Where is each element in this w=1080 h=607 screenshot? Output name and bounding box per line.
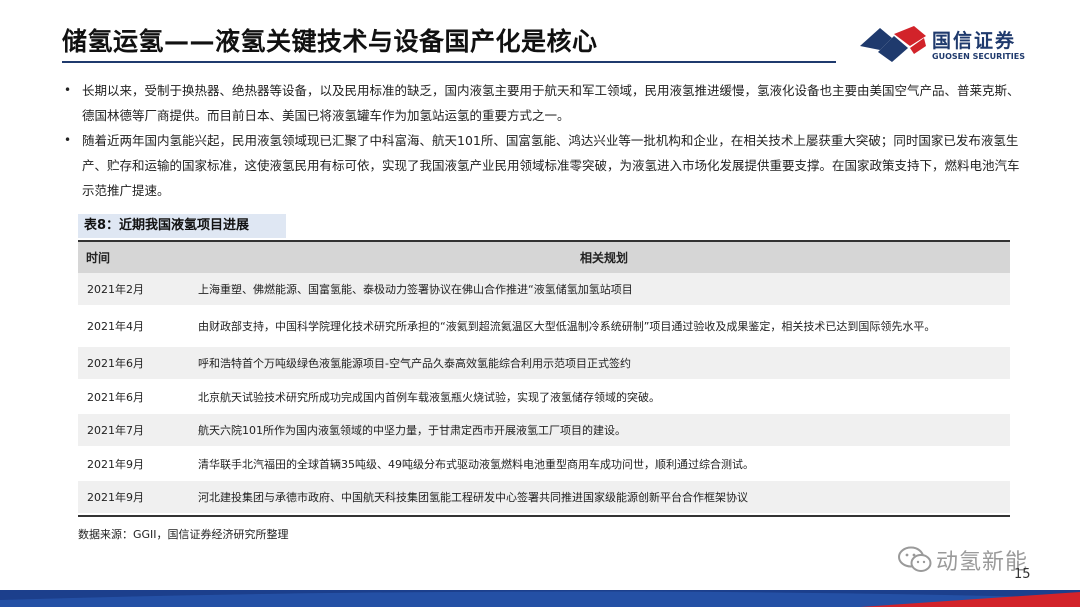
row-plan: 呼和浩特首个万吨级绿色液氢能源项目-空气产品久泰高效氢能综合利用示范项目正式签约 bbox=[198, 357, 631, 370]
row-time: 2021年4月 bbox=[87, 320, 144, 333]
wechat-icon bbox=[898, 546, 932, 572]
row-plan: 河北建投集团与承德市政府、中国航天科技集团氢能工程研发中心签署共同推进国家级能源… bbox=[198, 491, 748, 504]
row-time: 2021年6月 bbox=[87, 357, 144, 370]
bullet-text: 随着近两年国内氢能兴起，民用液氢领域现已汇聚了中科富海、航天101所、国富氢能、… bbox=[82, 133, 1020, 198]
row-time: 2021年6月 bbox=[87, 390, 144, 404]
row-plan: 由财政部支持，中国科学院理化技术研究所承担的“液氦到超流氦温区大型低温制冷系统研… bbox=[198, 320, 936, 333]
logo-english-text: GUOSEN SECURITIES bbox=[932, 52, 1025, 61]
row-time: 2021年9月 bbox=[87, 457, 144, 471]
source-note: 数据来源：GGII，国信证券经济研究所整理 bbox=[78, 528, 289, 541]
table-row: 2021年2月 上海重塑、佛燃能源、国富氢能、泰极动力签署协议在佛山合作推进“液… bbox=[78, 273, 1010, 307]
title-rule bbox=[62, 61, 836, 63]
brand-logo: 国信证券 GUOSEN SECURITIES bbox=[858, 22, 1038, 66]
bullet-item: • 长期以来，受制于换热器、绝热器等设备，以及民用标准的缺乏，国内液氢主要用于航… bbox=[62, 78, 1022, 128]
table-row: 2021年4月 由财政部支持，中国科学院理化技术研究所承担的“液氦到超流氦温区大… bbox=[78, 307, 1010, 347]
table-row: 2021年6月 北京航天试验技术研究所成功完成国内首例车载液氢瓶火烧试验，实现了… bbox=[78, 381, 1010, 414]
row-time: 2021年2月 bbox=[87, 283, 144, 296]
bullet-dot-icon: • bbox=[64, 133, 72, 147]
table-row: 2021年9月 河北建投集团与承德市政府、中国航天科技集团氢能工程研发中心签署共… bbox=[78, 481, 1010, 515]
row-plan: 清华联手北汽福田的全球首辆35吨级、49吨级分布式驱动液氢燃料电池重型商用车成功… bbox=[198, 457, 754, 471]
bullet-text: 长期以来，受制于换热器、绝热器等设备，以及民用标准的缺乏，国内液氢主要用于航天和… bbox=[82, 83, 1020, 123]
guosen-logo-icon bbox=[860, 26, 926, 62]
table-row: 2021年9月 清华联手北汽福田的全球首辆35吨级、49吨级分布式驱动液氢燃料电… bbox=[78, 448, 1010, 481]
watermark: 动氢新能 bbox=[898, 545, 1028, 575]
header-plan: 相关规划 bbox=[579, 251, 628, 265]
footer-band bbox=[0, 590, 1080, 607]
bullet-item: • 随着近两年国内氢能兴起，民用液氢领域现已汇聚了中科富海、航天101所、国富氢… bbox=[62, 128, 1022, 203]
row-time: 2021年9月 bbox=[87, 491, 144, 504]
table-row: 2021年6月 呼和浩特首个万吨级绿色液氢能源项目-空气产品久泰高效氢能综合利用… bbox=[78, 347, 1010, 381]
table-header: 时间 相关规划 bbox=[78, 240, 1010, 273]
bullet-dot-icon: • bbox=[64, 83, 72, 97]
row-plan: 北京航天试验技术研究所成功完成国内首例车载液氢瓶火烧试验，实现了液氢储存领域的突… bbox=[198, 390, 660, 404]
row-plan: 航天六院101所作为国内液氢领域的中坚力量，于甘肃定西市开展液氢工厂项目的建设。 bbox=[198, 424, 626, 437]
page-number: 15 bbox=[1014, 567, 1031, 582]
logo-chinese-text: 国信证券 bbox=[932, 30, 1017, 52]
row-plan: 上海重塑、佛燃能源、国富氢能、泰极动力签署协议在佛山合作推进“液氢储氢加氢站项目 bbox=[198, 283, 633, 296]
header-time: 时间 bbox=[86, 251, 111, 265]
table-bottom-rule bbox=[78, 515, 1010, 517]
row-time: 2021年7月 bbox=[87, 424, 144, 437]
table-caption: 表8：近期我国液氢项目进展 bbox=[78, 214, 286, 238]
bullet-list: • 长期以来，受制于换热器、绝热器等设备，以及民用标准的缺乏，国内液氢主要用于航… bbox=[62, 78, 1022, 203]
table-row: 2021年7月 航天六院101所作为国内液氢领域的中坚力量，于甘肃定西市开展液氢… bbox=[78, 414, 1010, 448]
page-title: 储氢运氢——液氢关键技术与设备国产化是核心 bbox=[62, 27, 598, 56]
progress-table: 时间 相关规划 2021年2月 上海重塑、佛燃能源、国富氢能、泰极动力签署协议在… bbox=[78, 240, 1010, 517]
